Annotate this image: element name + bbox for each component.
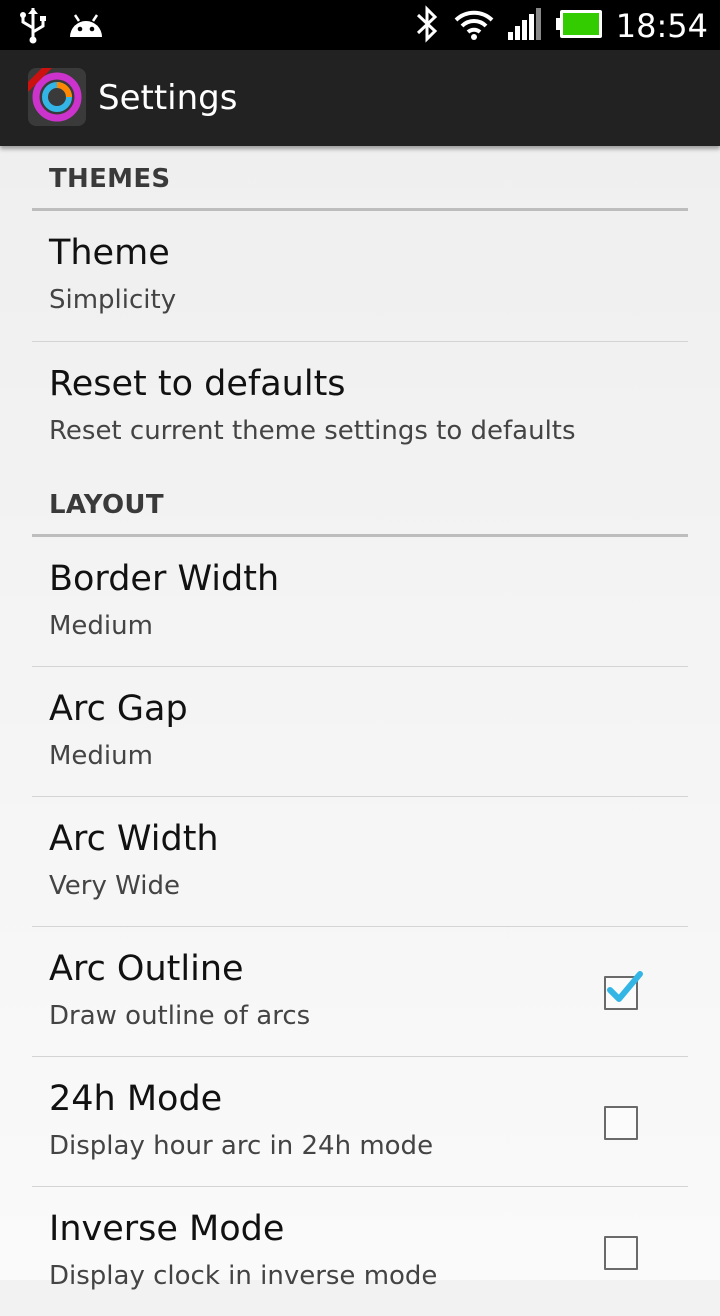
pref-summary: Reset current theme settings to defaults bbox=[49, 416, 576, 446]
pref-title: Theme bbox=[49, 233, 170, 273]
pref-title: Reset to defaults bbox=[49, 364, 346, 404]
pref-24h-mode[interactable]: 24h Mode Display hour arc in 24h mode bbox=[32, 1057, 688, 1187]
status-bar: 18:54 bbox=[0, 0, 720, 50]
section-header-themes: THEMES bbox=[32, 146, 688, 211]
pref-summary: Simplicity bbox=[49, 285, 177, 315]
page-title: Settings bbox=[98, 78, 238, 118]
action-bar: Settings bbox=[0, 50, 720, 146]
pref-summary: Draw outline of arcs bbox=[49, 1001, 311, 1031]
android-debug-icon bbox=[66, 9, 106, 45]
pref-summary: Medium bbox=[49, 611, 153, 641]
pref-title: 24h Mode bbox=[49, 1079, 223, 1119]
pref-summary: Display clock in inverse mode bbox=[49, 1261, 438, 1291]
pref-arc-width[interactable]: Arc Width Very Wide bbox=[32, 797, 688, 927]
app-icon[interactable] bbox=[28, 68, 86, 126]
pref-summary: Medium bbox=[49, 741, 153, 771]
section-header-label: LAYOUT bbox=[49, 490, 164, 520]
inverse-mode-checkbox[interactable] bbox=[604, 1236, 638, 1270]
status-time: 18:54 bbox=[615, 7, 708, 45]
pref-summary: Display hour arc in 24h mode bbox=[49, 1131, 434, 1161]
usb-icon bbox=[18, 6, 48, 48]
pref-reset-defaults[interactable]: Reset to defaults Reset current theme se… bbox=[32, 342, 688, 472]
pref-title: Arc Width bbox=[49, 819, 219, 859]
bluetooth-icon bbox=[414, 4, 440, 48]
pref-title: Inverse Mode bbox=[49, 1209, 285, 1249]
pref-arc-outline[interactable]: Arc Outline Draw outline of arcs bbox=[32, 927, 688, 1057]
pref-theme[interactable]: Theme Simplicity bbox=[32, 211, 688, 342]
pref-title: Arc Gap bbox=[49, 689, 188, 729]
checkmark-icon bbox=[607, 971, 643, 1002]
section-header-layout: LAYOUT bbox=[32, 472, 688, 537]
wifi-icon bbox=[454, 8, 494, 44]
24h-mode-checkbox[interactable] bbox=[604, 1106, 638, 1140]
pref-title: Arc Outline bbox=[49, 949, 244, 989]
settings-list: THEMES Theme Simplicity Reset to default… bbox=[0, 146, 720, 1291]
arc-outline-checkbox[interactable] bbox=[604, 971, 643, 1010]
pref-title: Border Width bbox=[49, 559, 280, 599]
pref-border-width[interactable]: Border Width Medium bbox=[32, 537, 688, 667]
signal-icon bbox=[507, 8, 542, 44]
pref-summary: Very Wide bbox=[49, 871, 180, 901]
battery-icon bbox=[555, 10, 602, 42]
section-header-label: THEMES bbox=[49, 164, 171, 194]
pref-arc-gap[interactable]: Arc Gap Medium bbox=[32, 667, 688, 797]
pref-inverse-mode[interactable]: Inverse Mode Display clock in inverse mo… bbox=[32, 1187, 688, 1316]
